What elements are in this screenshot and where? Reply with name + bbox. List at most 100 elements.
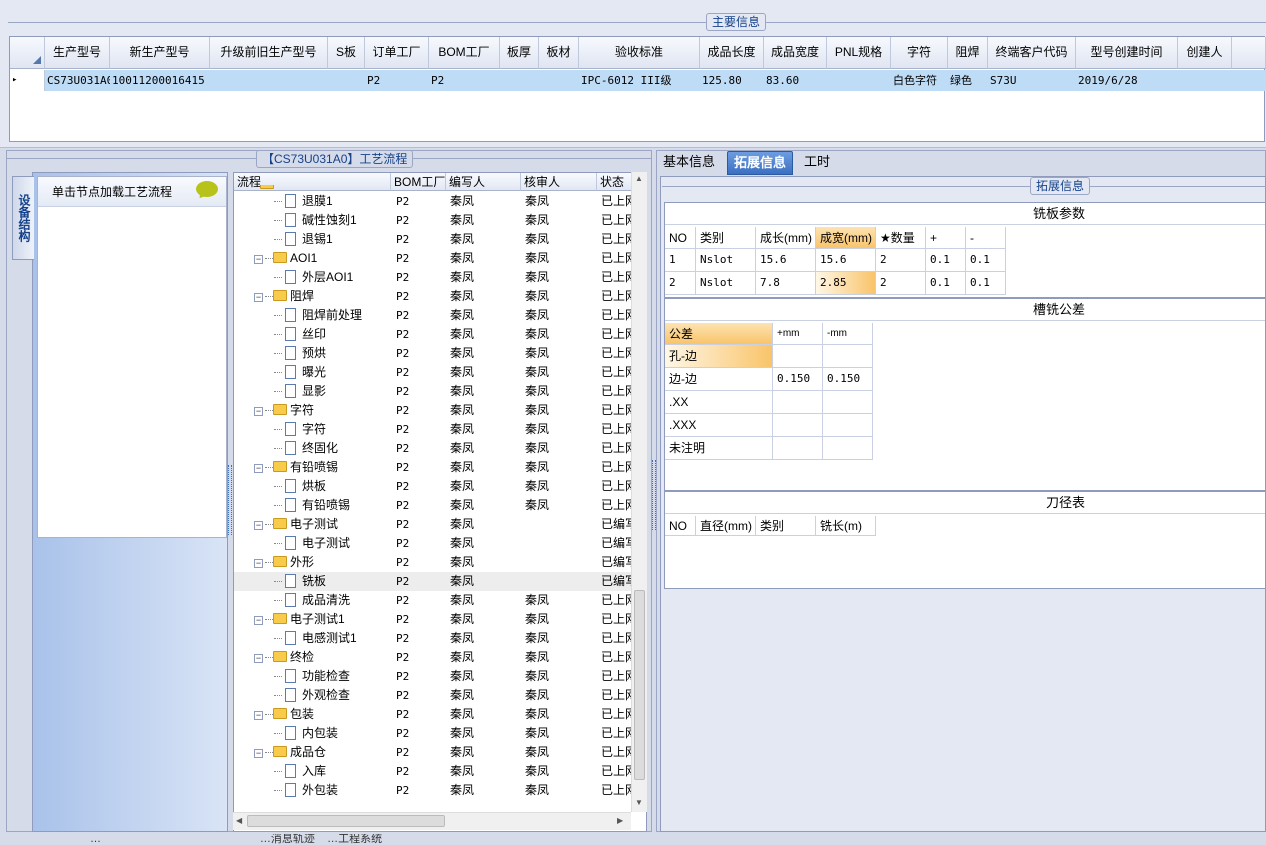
tree-row[interactable]: − 终检 P2 秦凤 秦凤 已上网 — [234, 648, 632, 667]
tree-node[interactable]: 内包装 — [234, 724, 391, 743]
tree-node[interactable]: − 电子测试 — [234, 515, 391, 534]
tree-node[interactable]: 预烘 — [234, 344, 391, 363]
tree-vertical-scrollbar[interactable]: ▲ ▼ — [631, 172, 647, 812]
grid-cell[interactable] — [827, 70, 891, 91]
tool-col-header[interactable]: 类别 — [756, 516, 816, 536]
tolerance-col-header[interactable]: -mm — [823, 323, 873, 345]
tree-node[interactable]: − 字符 — [234, 401, 391, 420]
tree-row[interactable]: 电感测试1 P2 秦凤 秦凤 已上网 — [234, 629, 632, 648]
tree-row[interactable]: 碱性蚀刻1 P2 秦凤 秦凤 已上网 — [234, 211, 632, 230]
mill-cell[interactable]: 0.1 — [966, 249, 1006, 272]
grid-cell[interactable]: IPC-6012 III级 — [579, 70, 700, 91]
splitter-handle[interactable] — [228, 465, 232, 535]
tree-row[interactable]: 丝印 P2 秦凤 秦凤 已上网 — [234, 325, 632, 344]
mill-cell[interactable]: 1 — [665, 249, 696, 272]
tree-node[interactable]: 入库 — [234, 762, 391, 781]
mill-cell[interactable]: 0.1 — [966, 272, 1006, 295]
tree-row[interactable]: 成品清洗 P2 秦凤 秦凤 已上网 — [234, 591, 632, 610]
tree-row[interactable]: − 阻焊 P2 秦凤 秦凤 已上网 — [234, 287, 632, 306]
tree-node[interactable]: − 成品仓 — [234, 743, 391, 762]
tree-node[interactable]: − 包装 — [234, 705, 391, 724]
tree-row[interactable]: 外包装 P2 秦凤 秦凤 已上网 — [234, 781, 632, 800]
scroll-up-icon[interactable]: ▲ — [635, 174, 643, 183]
process-load-hint[interactable]: 单击节点加载工艺流程 — [38, 177, 226, 207]
mill-col-header[interactable]: NO — [665, 227, 696, 249]
mill-cell[interactable]: 0.1 — [926, 249, 966, 272]
mill-cell[interactable]: 2.85 — [816, 272, 876, 295]
grid-cell[interactable]: 125.80 — [700, 70, 764, 91]
tab-extended-info[interactable]: 拓展信息 — [727, 151, 794, 175]
tree-node[interactable]: − AOI1 — [234, 249, 391, 268]
h-scroll-thumb[interactable] — [247, 815, 445, 827]
tree-row[interactable]: − 包装 P2 秦凤 秦凤 已上网 — [234, 705, 632, 724]
tree-row[interactable]: 内包装 P2 秦凤 秦凤 已上网 — [234, 724, 632, 743]
mill-cell[interactable]: 7.8 — [756, 272, 816, 295]
tree-row[interactable]: 外层AOI1 P2 秦凤 秦凤 已上网 — [234, 268, 632, 287]
grid-col-header[interactable]: 生产型号 — [45, 37, 110, 69]
mill-cell[interactable]: 2 — [876, 249, 926, 272]
tree-node[interactable]: 外包装 — [234, 781, 391, 800]
mill-col-header[interactable]: + — [926, 227, 966, 249]
tolerance-cell[interactable]: .XXX — [665, 414, 773, 437]
collapse-toggle-icon[interactable]: − — [254, 255, 263, 264]
tolerance-cell[interactable]: 0.150 — [823, 368, 873, 391]
tree-node[interactable]: − 外形 — [234, 553, 391, 572]
tree-row[interactable]: − 电子测试1 P2 秦凤 秦凤 已上网 — [234, 610, 632, 629]
mill-col-header[interactable]: - — [966, 227, 1006, 249]
scroll-down-icon[interactable]: ▼ — [635, 798, 643, 807]
grid-col-header[interactable]: 型号创建时间 — [1076, 37, 1178, 69]
main-info-grid[interactable]: 生产型号 新生产型号 升级前旧生产型号 S板 订单工厂 BOM工厂 板厚 板材 验收标准 成品长度… — [9, 36, 1266, 142]
right-splitter-handle[interactable] — [652, 460, 656, 530]
mill-cell[interactable]: Nslot — [696, 249, 756, 272]
tolerance-cell[interactable] — [773, 345, 823, 368]
tolerance-cell[interactable] — [823, 391, 873, 414]
collapse-toggle-icon[interactable]: − — [254, 711, 263, 720]
grid-cell[interactable]: P2 — [365, 70, 429, 91]
tool-col-header[interactable]: NO — [665, 516, 696, 536]
tree-row[interactable]: − AOI1 P2 秦凤 秦凤 已上网 — [234, 249, 632, 268]
tree-node[interactable]: 阻焊前处理 — [234, 306, 391, 325]
mill-cell[interactable]: 15.6 — [816, 249, 876, 272]
mill-cell[interactable]: Nslot — [696, 272, 756, 295]
tree-row[interactable]: 退膜1 P2 秦凤 秦凤 已上网 — [234, 192, 632, 211]
tree-node[interactable]: 电子测试 — [234, 534, 391, 553]
tree-row[interactable]: 功能检查 P2 秦凤 秦凤 已上网 — [234, 667, 632, 686]
collapse-toggle-icon[interactable]: − — [254, 521, 263, 530]
tree-row[interactable]: 预烘 P2 秦凤 秦凤 已上网 — [234, 344, 632, 363]
tree-node[interactable]: 有铅喷锡 — [234, 496, 391, 515]
tree-row[interactable]: 退锡1 P2 秦凤 秦凤 已上网 — [234, 230, 632, 249]
collapse-toggle-icon[interactable]: − — [254, 616, 263, 625]
grid-cell[interactable] — [328, 70, 365, 91]
tree-node[interactable]: 电感测试1 — [234, 629, 391, 648]
tree-node[interactable]: − 终检 — [234, 648, 391, 667]
tree-node[interactable]: 丝印 — [234, 325, 391, 344]
tab-work-hours[interactable]: 工时 — [798, 151, 836, 175]
grid-cell[interactable]: 绿色 — [948, 70, 988, 91]
collapse-toggle-icon[interactable]: − — [254, 749, 263, 758]
grid-col-header[interactable]: 板材 — [539, 37, 579, 69]
tree-row[interactable]: 终固化 P2 秦凤 秦凤 已上网 — [234, 439, 632, 458]
tolerance-cell[interactable] — [823, 345, 873, 368]
tree-node[interactable]: 曝光 — [234, 363, 391, 382]
tree-node[interactable]: 退膜1 — [234, 192, 391, 211]
tolerance-cell[interactable] — [823, 437, 873, 460]
grid-cell[interactable] — [1178, 70, 1232, 91]
tree-node[interactable]: 字符 — [234, 420, 391, 439]
tree-row[interactable]: − 字符 P2 秦凤 秦凤 已上网 — [234, 401, 632, 420]
scroll-right-icon[interactable]: ▶ — [617, 816, 623, 825]
tree-row[interactable]: − 成品仓 P2 秦凤 秦凤 已上网 — [234, 743, 632, 762]
mill-cell[interactable]: 15.6 — [756, 249, 816, 272]
grid-col-header[interactable]: BOM工厂 — [429, 37, 500, 69]
tolerance-cell[interactable] — [773, 437, 823, 460]
tree-row[interactable]: 铣板 P2 秦凤 已编写 — [234, 572, 632, 591]
tool-col-header[interactable]: 直径(mm) — [696, 516, 756, 536]
tree-node[interactable]: − 电子测试1 — [234, 610, 391, 629]
grid-col-header[interactable]: 成品宽度 — [764, 37, 827, 69]
mill-cell[interactable]: 2 — [665, 272, 696, 295]
tree-node[interactable]: 功能检查 — [234, 667, 391, 686]
grid-col-header[interactable]: 阻焊 — [948, 37, 988, 69]
grid-cell[interactable]: 10011200016415 — [110, 70, 210, 91]
grid-cell[interactable]: 83.60 — [764, 70, 827, 91]
tree-row[interactable]: 烘板 P2 秦凤 秦凤 已上网 — [234, 477, 632, 496]
collapse-toggle-icon[interactable]: − — [254, 654, 263, 663]
